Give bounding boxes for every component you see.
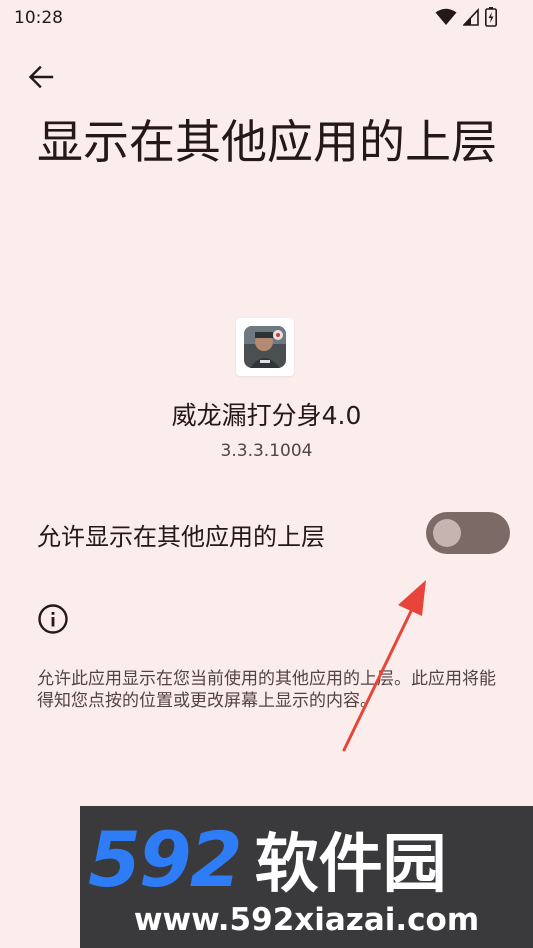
back-button[interactable]	[24, 60, 58, 94]
permission-toggle-switch[interactable]	[426, 512, 510, 554]
signal-icon	[463, 8, 479, 26]
app-name: 威龙漏打分身4.0	[171, 401, 362, 430]
app-icon-image	[244, 326, 286, 368]
status-bar: 10:28	[0, 0, 533, 36]
status-icons	[435, 7, 497, 27]
page-title: 显示在其他应用的上层	[37, 115, 497, 169]
app-version: 3.3.3.1004	[220, 441, 313, 461]
watermark-banner: 592 软件园 www.592xiazai.com	[80, 806, 533, 948]
battery-icon	[485, 7, 497, 27]
wifi-icon	[435, 8, 457, 25]
annotation-arrow-icon	[342, 580, 426, 752]
back-arrow-icon	[28, 65, 54, 89]
watermark-logo: 592 软件园	[88, 822, 447, 898]
toggle-thumb	[433, 519, 461, 547]
watermark-cn: 软件园	[254, 828, 447, 902]
watermark-url: www.592xiazai.com	[133, 902, 480, 938]
status-time: 10:28	[14, 8, 63, 28]
info-icon	[38, 604, 68, 634]
toggle-label: 允许显示在其他应用的上层	[37, 523, 325, 551]
watermark-digits: 592	[88, 815, 243, 904]
app-icon	[236, 318, 294, 376]
permission-toggle-row[interactable]: 允许显示在其他应用的上层	[0, 500, 533, 566]
